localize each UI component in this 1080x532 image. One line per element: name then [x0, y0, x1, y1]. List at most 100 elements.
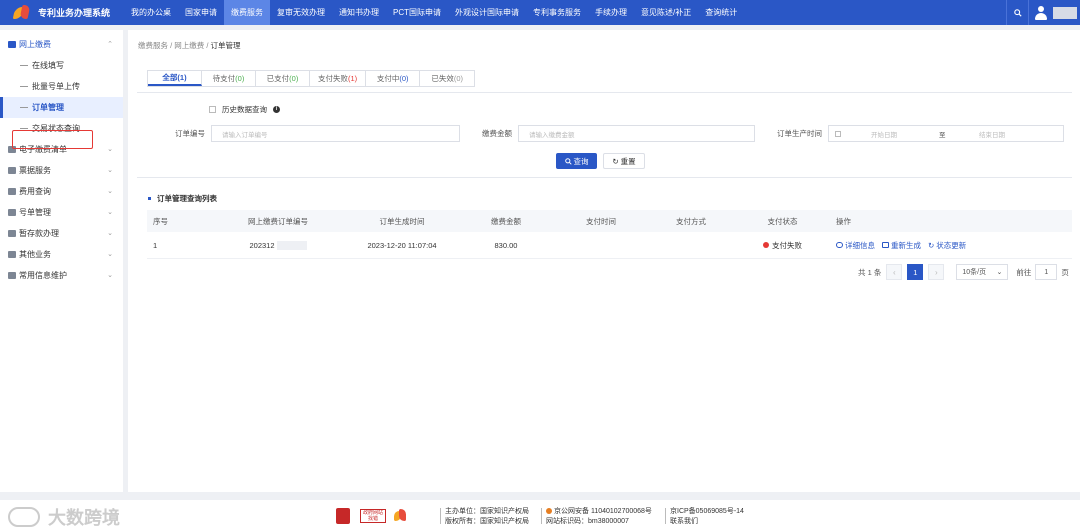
sidebar-item-common-info[interactable]: 常用信息维护 ⌄	[0, 265, 123, 286]
user-name-masked	[1053, 6, 1077, 19]
detail-link[interactable]: 详细信息	[836, 240, 875, 251]
reset-button[interactable]: ↻ 重置	[603, 153, 645, 169]
settings-icon	[8, 272, 16, 279]
highlight-annotation	[12, 130, 93, 149]
list-title-text: 订单管理查询列表	[157, 194, 217, 203]
refresh-icon: ↻	[928, 240, 935, 250]
breadcrumb-item[interactable]: 网上缴费	[174, 41, 204, 50]
end-date[interactable]: 结束日期	[979, 129, 1005, 139]
order-no-field: 订单编号 请输入订单编号	[175, 125, 460, 142]
history-label: 历史数据查询	[222, 105, 267, 114]
search-button[interactable]	[1006, 0, 1028, 25]
bullet-icon	[148, 197, 151, 200]
page-size-select[interactable]: 10条/页 ⌄	[956, 264, 1009, 280]
masked-region	[276, 240, 307, 250]
nav-patent-affairs[interactable]: 专利事务服务	[526, 0, 588, 25]
range-separator: 至	[939, 131, 946, 139]
sidebar-item-online-fee[interactable]: 网上缴费 ⌃	[0, 34, 123, 55]
history-query: 历史数据查询 i	[209, 104, 280, 115]
nav-fee-service[interactable]: 缴费服务	[224, 0, 270, 25]
search-button-label: 查询	[573, 156, 589, 166]
sidebar-item-label: 费用查询	[19, 187, 51, 196]
watermark: 大数跨境	[8, 504, 120, 530]
sidebar-item-label: 批量号单上传	[32, 82, 80, 91]
time-label: 订单生产时间	[777, 129, 822, 138]
brand[interactable]: 专利业务办理系统	[0, 0, 124, 25]
nav-national-application[interactable]: 国家申请	[178, 0, 224, 25]
total-count: 共 1 条	[858, 267, 882, 277]
tab-processing[interactable]: 支付中 (0)	[366, 71, 421, 86]
table-row: 1 202312 2023-12-20 11:07:04 830.00 支付失败…	[147, 232, 1072, 259]
order-no-text: 202312	[249, 240, 275, 250]
national-emblem-icon	[336, 508, 350, 524]
cell-index: 1	[153, 240, 158, 250]
page-unit: 页	[1061, 267, 1069, 277]
breadcrumb-item[interactable]: 缴费服务	[138, 41, 168, 50]
nav-my-desk[interactable]: 我的办公桌	[124, 0, 178, 25]
menu-group-online-fee: 网上缴费 ⌃ 在线填写 批量号单上传 订单管理 交易状态查询	[0, 34, 123, 139]
order-no-input[interactable]: 请输入订单编号	[211, 125, 460, 142]
nav-design-international[interactable]: 外观设计国际申请	[448, 0, 526, 25]
footer-divider	[440, 508, 441, 524]
next-page-button[interactable]: ›	[928, 264, 945, 280]
nav-query-stats[interactable]: 查询统计	[698, 0, 744, 25]
tab-pending[interactable]: 待支付 (0)	[202, 71, 256, 86]
contact-link[interactable]: 联系我们	[670, 517, 744, 527]
cnipa-logo-icon	[12, 4, 32, 21]
sidebar-item-receipt-service[interactable]: 票据服务 ⌄	[0, 160, 123, 181]
footer: 大数跨境 政府网站 找错 主办单位：国家知识产权局 版权所有：国家知识产权局 京公…	[0, 500, 1080, 532]
history-checkbox[interactable]	[209, 106, 216, 113]
sidebar-item-other[interactable]: 其他业务 ⌄	[0, 244, 123, 265]
col-actions: 操作	[836, 216, 851, 226]
col-pay-time: 支付时间	[586, 216, 616, 226]
page-number-current[interactable]: 1	[907, 264, 924, 280]
nav-reexamination[interactable]: 复审无效办理	[270, 0, 332, 25]
sidebar-item-label: 在线填写	[32, 61, 64, 70]
col-order-no: 网上缴费订单编号	[248, 216, 308, 226]
sidebar-item-label: 订单管理	[32, 103, 64, 112]
sidebar-item-online-fill[interactable]: 在线填写	[0, 55, 123, 76]
sidebar-item-order-management[interactable]: 订单管理	[0, 97, 123, 118]
reset-button-label: 重置	[620, 156, 636, 166]
list-title: 订单管理查询列表	[148, 193, 217, 204]
main-content: 缴费服务 / 网上缴费 / 订单管理 全部 (1) 待支付 (0) 已支付 (0) 支…	[128, 30, 1080, 492]
sidebar-item-fee-query[interactable]: 费用查询 ⌄	[0, 181, 123, 202]
goto-page-input[interactable]: 1	[1035, 264, 1058, 280]
sidebar-item-number-list[interactable]: 号单管理 ⌄	[0, 202, 123, 223]
date-range-picker[interactable]: 开始日期 至 结束日期	[828, 125, 1064, 142]
nav-opinion[interactable]: 意见陈述/补正	[634, 0, 698, 25]
amount-input[interactable]: 请输入缴费金额	[518, 125, 755, 142]
site-code-text: 网站标识码：bm38000007	[546, 518, 629, 525]
nav-procedures[interactable]: 手续办理	[588, 0, 634, 25]
status-text: 支付失败	[772, 240, 802, 250]
search-query-button[interactable]: 查询	[556, 153, 597, 169]
cell-status: 支付失败	[735, 240, 830, 251]
info-icon[interactable]: i	[273, 106, 280, 113]
amount-label: 缴费金额	[482, 129, 512, 138]
gov-website-badge[interactable]: 政府网站 找错	[360, 509, 386, 523]
sidebar: 网上缴费 ⌃ 在线填写 批量号单上传 订单管理 交易状态查询 电子缴费清单 ⌄ 票…	[0, 30, 123, 492]
chevron-up-icon: ⌃	[107, 41, 113, 48]
top-bar: 专利业务办理系统 我的办公桌 国家申请 缴费服务 复审无效办理 通知书办理 PC…	[0, 0, 1080, 25]
top-right-tools	[1006, 0, 1080, 25]
regenerate-link[interactable]: 重新生成	[882, 240, 921, 251]
icp-text[interactable]: 京ICP备05069085号-14	[670, 507, 744, 517]
tab-expired[interactable]: 已失效 (0)	[420, 71, 474, 86]
nav-notices[interactable]: 通知书办理	[332, 0, 386, 25]
col-amount: 缴费金额	[491, 216, 521, 226]
chevron-down-icon: ⌄	[107, 188, 113, 195]
cnipa-logo-icon	[394, 509, 408, 523]
chevron-down-icon: ⌄	[107, 209, 113, 216]
footer-police: 京公网安备 11040102700068号 网站标识码：bm38000007	[546, 507, 652, 527]
update-status-link[interactable]: ↻ 状态更新	[928, 240, 966, 251]
tab-paid[interactable]: 已支付 (0)	[256, 71, 310, 86]
nav-pct[interactable]: PCT国际申请	[386, 0, 448, 25]
tab-all[interactable]: 全部 (1)	[148, 71, 202, 86]
sidebar-item-deposit[interactable]: 暂存款办理 ⌄	[0, 223, 123, 244]
tab-failed[interactable]: 支付失败 (1)	[310, 71, 367, 86]
police-text[interactable]: 京公网安备 11040102700068号	[554, 508, 652, 515]
prev-page-button[interactable]: ‹	[886, 264, 903, 280]
user-menu[interactable]	[1028, 0, 1080, 25]
sidebar-item-batch-upload[interactable]: 批量号单上传	[0, 76, 123, 97]
start-date[interactable]: 开始日期	[871, 129, 939, 139]
